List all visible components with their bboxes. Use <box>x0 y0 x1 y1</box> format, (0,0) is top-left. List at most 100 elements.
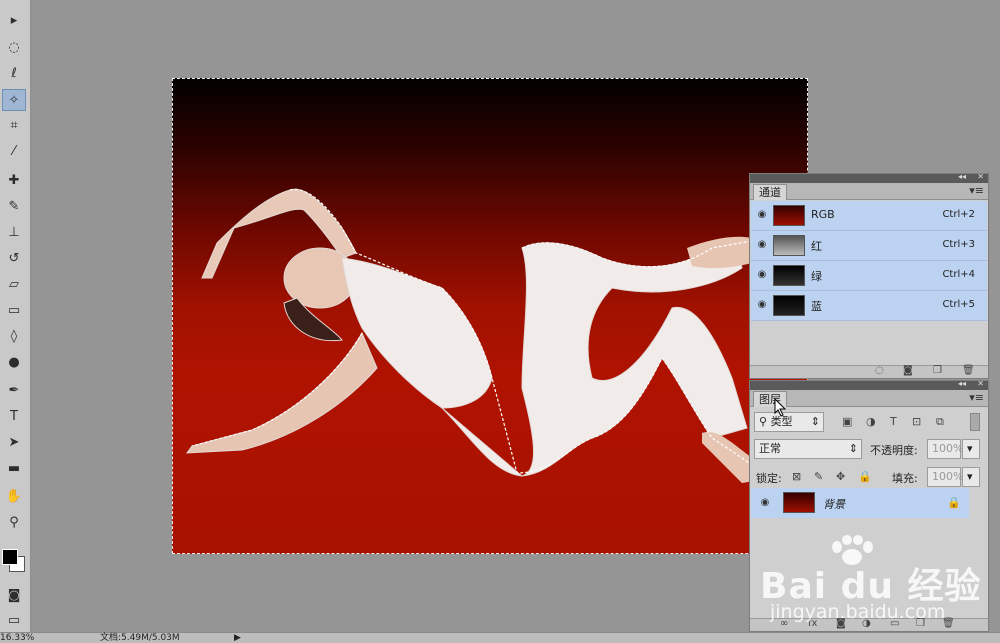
dodge-tool-icon[interactable]: ● <box>3 352 25 372</box>
layers-footer: ∞ fx ◙ ◑ ▭ ❐ 🗑 <box>750 618 988 631</box>
trash-icon[interactable]: 🗑 <box>962 365 975 376</box>
eye-icon[interactable]: ◉ <box>756 239 768 251</box>
panel-header-strip: ◂◂ ✕ <box>750 172 988 183</box>
healing-brush-tool-icon[interactable]: ✚ <box>3 170 25 190</box>
eye-icon[interactable]: ◉ <box>756 269 768 281</box>
channel-name: 绿 <box>811 270 822 283</box>
opacity-input[interactable]: 100% <box>927 439 963 459</box>
channel-thumbnail <box>773 205 805 226</box>
panel-menu-icon[interactable]: ▾≡ <box>969 184 984 197</box>
blend-mode-value: 正常 <box>759 442 781 455</box>
lock-transparency-icon[interactable]: ⊠ <box>792 470 801 483</box>
status-bar: 16.33% 文档:5.49M/5.03M ▶ <box>0 632 1000 643</box>
crop-tool-icon[interactable]: ⌗ <box>3 115 25 135</box>
foreground-color-swatch[interactable] <box>2 549 18 565</box>
tab-channels[interactable]: 通道 <box>753 184 787 200</box>
screen-mode-icon[interactable]: ▭ <box>3 610 25 630</box>
close-icon[interactable]: ✕ <box>977 172 984 181</box>
eye-icon[interactable]: ◉ <box>756 209 768 221</box>
mouse-cursor-icon <box>774 398 787 417</box>
layer-thumbnail <box>783 492 815 513</box>
lock-position-icon[interactable]: ✥ <box>836 470 845 483</box>
adjustment-filter-icon[interactable]: ◑ <box>866 415 876 428</box>
channel-thumbnail <box>773 265 805 286</box>
eraser-tool-icon[interactable]: ▱ <box>3 274 25 294</box>
add-mask-icon[interactable]: ◙ <box>836 618 846 629</box>
channel-thumbnail <box>773 235 805 256</box>
chevron-down-icon: ▾ <box>967 470 973 483</box>
filter-toggle[interactable] <box>970 413 980 431</box>
collapse-icon[interactable]: ◂◂ <box>958 172 966 181</box>
channel-name: RGB <box>811 208 835 221</box>
shape-filter-icon[interactable]: ⊡ <box>912 415 921 428</box>
new-layer-icon[interactable]: ❐ <box>916 618 925 629</box>
channel-name: 蓝 <box>811 300 822 313</box>
zoom-tool-icon[interactable]: ⚲ <box>3 512 25 532</box>
link-layers-icon[interactable]: ∞ <box>780 618 788 629</box>
channel-shortcut: Ctrl+4 <box>942 269 975 280</box>
type-tool-icon[interactable]: T <box>3 406 25 426</box>
fill-dropdown[interactable]: ▾ <box>962 467 980 487</box>
smart-object-filter-icon[interactable]: ⧉ <box>936 415 944 429</box>
panel-menu-icon[interactable]: ▾≡ <box>969 391 984 404</box>
blend-mode-select[interactable]: 正常 ⇕ <box>754 439 862 459</box>
path-selection-tool-icon[interactable]: ➤ <box>3 432 25 452</box>
trash-icon[interactable]: 🗑 <box>942 618 955 629</box>
lock-pixels-icon[interactable]: ✎ <box>814 470 823 483</box>
pen-tool-icon[interactable]: ✒ <box>3 380 25 400</box>
layer-name[interactable]: 背景 <box>823 496 845 512</box>
chevron-down-icon: ▾ <box>967 442 973 455</box>
lock-label: 锁定: <box>756 472 782 485</box>
lasso-tool-icon[interactable]: ℓ <box>3 63 25 83</box>
tools-panel: ▸ ◌ ℓ ✧ ⌗ ⁄ ✚ ✎ ⊥ ↺ ▱ ▭ ◊ ● ✒ T ➤ ▬ ✋ ⚲ ◙ ▭ <box>0 0 31 632</box>
channel-row-red[interactable]: ◉ 红 Ctrl+3 <box>751 231 987 261</box>
channel-name: 红 <box>811 240 822 253</box>
channel-shortcut: Ctrl+5 <box>942 299 975 310</box>
load-selection-icon[interactable]: ◌ <box>875 365 884 376</box>
new-group-icon[interactable]: ▭ <box>890 618 899 629</box>
channel-row-rgb[interactable]: ◉ RGB Ctrl+2 <box>751 201 987 231</box>
gradient-tool-icon[interactable]: ▭ <box>3 300 25 320</box>
layer-row-background[interactable]: ◉ 背景 🔒 <box>751 488 969 518</box>
channels-panel: ◂◂ ✕ 通道 ▾≡ ◉ RGB Ctrl+2 ◉ 红 Ctrl+3 ◉ 绿 Ctrl+4 ◉ 蓝 C… <box>749 172 989 379</box>
panel-header-strip: ◂◂ ✕ <box>750 379 988 390</box>
new-channel-icon[interactable]: ❐ <box>933 365 942 376</box>
channel-row-green[interactable]: ◉ 绿 Ctrl+4 <box>751 261 987 291</box>
clone-stamp-tool-icon[interactable]: ⊥ <box>3 222 25 242</box>
type-filter-icon[interactable]: T <box>890 415 897 428</box>
channels-tab-bar: 通道 ▾≡ <box>750 183 988 200</box>
brush-tool-icon[interactable]: ✎ <box>3 196 25 216</box>
history-brush-tool-icon[interactable]: ↺ <box>3 248 25 268</box>
opacity-label: 不透明度: <box>870 444 918 457</box>
chevron-down-icon: ⇕ <box>810 415 820 428</box>
hand-tool-icon[interactable]: ✋ <box>3 486 25 506</box>
pixel-filter-icon[interactable]: ▣ <box>842 415 852 428</box>
opacity-dropdown[interactable]: ▾ <box>962 439 980 459</box>
lock-all-icon[interactable]: 🔒 <box>858 470 872 483</box>
adjustment-layer-icon[interactable]: ◑ <box>862 618 871 629</box>
close-icon[interactable]: ✕ <box>977 379 984 388</box>
fx-icon[interactable]: fx <box>808 618 817 629</box>
marquee-tool-icon[interactable]: ◌ <box>3 37 25 57</box>
rectangle-tool-icon[interactable]: ▬ <box>3 458 25 478</box>
layer-filter-select[interactable]: ⚲ 类型 ⇕ <box>754 412 824 432</box>
chevron-down-icon: ⇕ <box>848 442 858 455</box>
lock-icon: 🔒 <box>947 496 961 509</box>
save-selection-icon[interactable]: ◙ <box>903 365 913 376</box>
magic-wand-tool-icon[interactable]: ✧ <box>2 89 26 111</box>
fill-input[interactable]: 100% <box>927 467 963 487</box>
channel-row-blue[interactable]: ◉ 蓝 Ctrl+5 <box>751 291 987 321</box>
collapse-icon[interactable]: ◂◂ <box>958 379 966 388</box>
move-tool-icon[interactable]: ▸ <box>3 10 25 30</box>
channels-footer: ◌ ◙ ❐ 🗑 <box>750 365 988 378</box>
search-icon: ⚲ <box>759 415 771 428</box>
channel-shortcut: Ctrl+3 <box>942 239 975 250</box>
eye-icon[interactable]: ◉ <box>756 299 768 311</box>
quick-mask-icon[interactable]: ◙ <box>3 585 25 605</box>
blur-tool-icon[interactable]: ◊ <box>3 326 25 346</box>
fill-label: 填充: <box>892 472 918 485</box>
document-canvas[interactable] <box>172 78 808 554</box>
eye-icon[interactable]: ◉ <box>759 497 771 509</box>
channel-shortcut: Ctrl+2 <box>942 209 975 220</box>
eyedropper-tool-icon[interactable]: ⁄ <box>3 141 25 161</box>
